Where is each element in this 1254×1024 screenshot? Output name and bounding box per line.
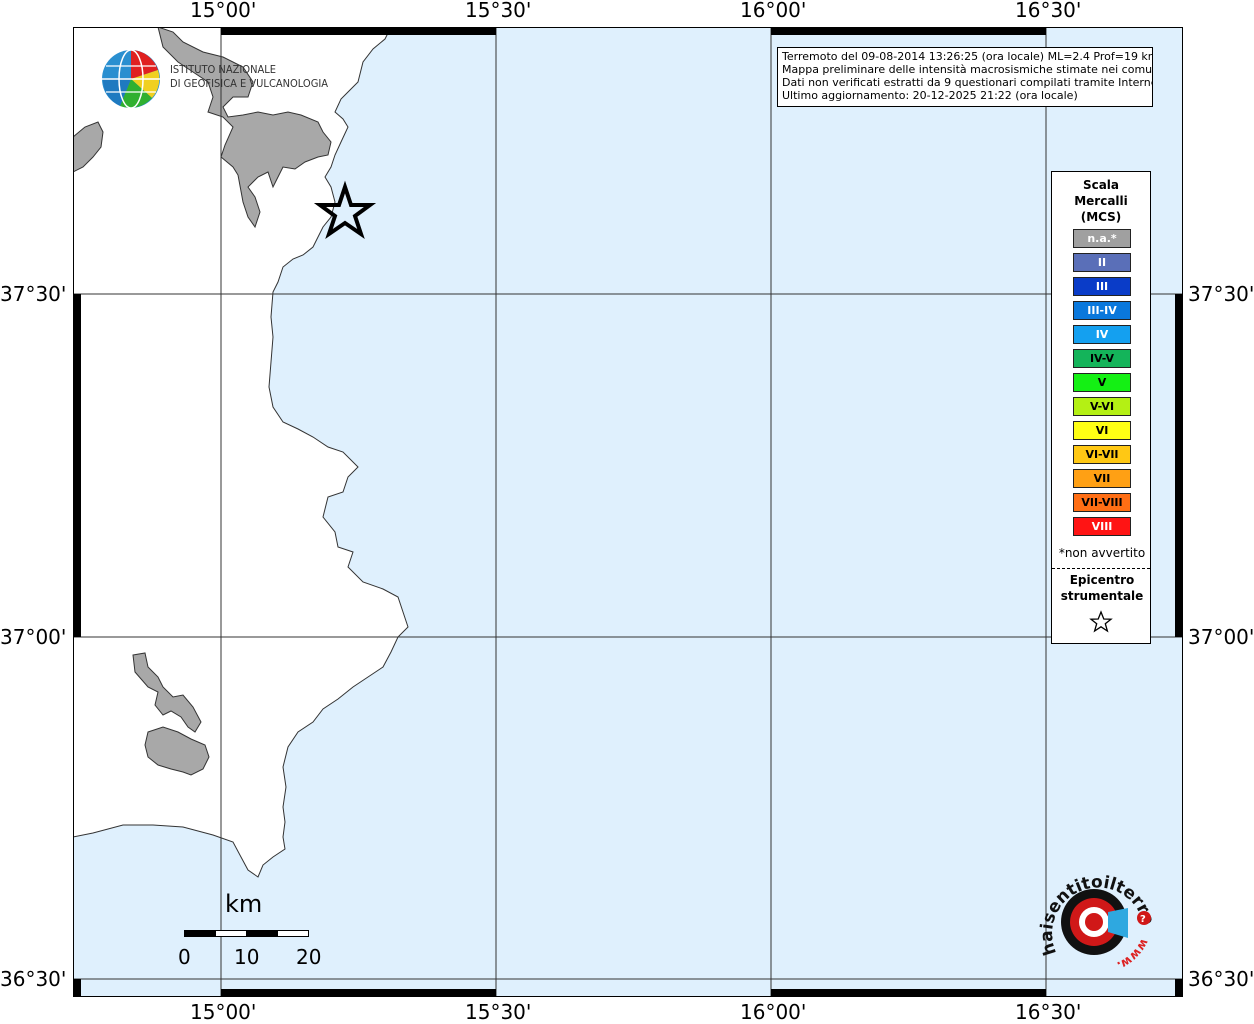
event-info-line4: Ultimo aggiornamento: 20-12-2025 21:22 (… <box>782 89 1078 102</box>
hst-www-text: www. <box>1115 936 1152 973</box>
scale-unit: km <box>225 890 263 918</box>
legend-item: VII-VIII <box>1073 493 1131 512</box>
right-label-3: 36°30' <box>1188 967 1254 991</box>
mcs-legend: Scala Mercalli (MCS) n.a.* II III III-IV IV I… <box>1051 171 1151 644</box>
left-label-1: 37°30' <box>0 282 67 306</box>
right-label-2: 37°00' <box>1188 625 1254 649</box>
legend-separator <box>1052 568 1150 569</box>
legend-item: III <box>1073 277 1131 296</box>
scale-seg-3 <box>246 930 278 937</box>
event-info-box: Terremoto del 09-08-2014 13:26:25 (ora l… <box>777 47 1153 107</box>
left-label-3: 36°30' <box>0 967 67 991</box>
legend-star-icon <box>1089 610 1113 633</box>
svg-text:?: ? <box>1140 914 1146 925</box>
bottom-label-1: 15°00' <box>190 1000 257 1024</box>
ingv-logo: ISTITUTO NAZIONALE DI GEOFISICA E VULCAN… <box>100 48 328 110</box>
top-label-2: 15°30' <box>465 0 532 22</box>
legend-item: VI-VII <box>1073 445 1131 464</box>
legend-epi-line2: strumentale <box>1060 589 1144 603</box>
scale-label-10: 10 <box>234 945 260 969</box>
top-label-1: 15°00' <box>190 0 257 22</box>
scale-seg-1 <box>184 930 216 937</box>
scale-bar: km 0 10 20 <box>178 890 330 970</box>
ingv-globe-icon <box>102 49 160 109</box>
hst-logo[interactable]: haisentitoilterremoto.it www. ? <box>1027 845 1160 974</box>
scale-seg-4 <box>277 930 309 937</box>
map-canvas <box>73 27 1183 997</box>
legend-title-line2: Mercalli <box>1074 194 1128 208</box>
bottom-label-4: 16°30' <box>1015 1000 1082 1024</box>
top-label-3: 16°00' <box>740 0 807 22</box>
ingv-line1: ISTITUTO NAZIONALE <box>170 63 277 76</box>
bottom-label-3: 16°00' <box>740 1000 807 1024</box>
scale-label-0: 0 <box>178 945 191 969</box>
legend-title-line1: Scala <box>1082 178 1120 192</box>
legend-title-line3: (MCS) <box>1080 210 1122 224</box>
legend-item: V-VI <box>1073 397 1131 416</box>
hst-logo-graphic: haisentitoilterremoto.it www. ? <box>1027 845 1158 973</box>
legend-item: II <box>1073 253 1131 272</box>
legend-item: IV <box>1073 325 1131 344</box>
legend-note: *non avvertito <box>1058 546 1146 560</box>
legend-epi-line1: Epicentro <box>1069 573 1135 587</box>
ingv-text: ISTITUTO NAZIONALE DI GEOFISICA E VULCAN… <box>170 63 328 91</box>
legend-item: VIII <box>1073 517 1131 536</box>
scale-label-20: 20 <box>296 945 322 969</box>
legend-item: IV-V <box>1073 349 1131 368</box>
legend-item: VII <box>1073 469 1131 488</box>
legend-title: Scala Mercalli (MCS) <box>1052 177 1150 225</box>
top-label-4: 16°30' <box>1015 0 1082 22</box>
legend-item: VI <box>1073 421 1131 440</box>
bottom-label-2: 15°30' <box>465 1000 532 1024</box>
right-label-1: 37°30' <box>1188 282 1254 306</box>
legend-item: V <box>1073 373 1131 392</box>
legend-item: III-IV <box>1073 301 1131 320</box>
ingv-line2: DI GEOFISICA E VULCANOLOGIA <box>170 77 329 90</box>
legend-item: n.a.* <box>1073 229 1131 248</box>
scale-seg-2 <box>215 930 247 937</box>
left-label-2: 37°00' <box>0 625 67 649</box>
legend-epicenter-label: Epicentro strumentale <box>1052 572 1152 604</box>
